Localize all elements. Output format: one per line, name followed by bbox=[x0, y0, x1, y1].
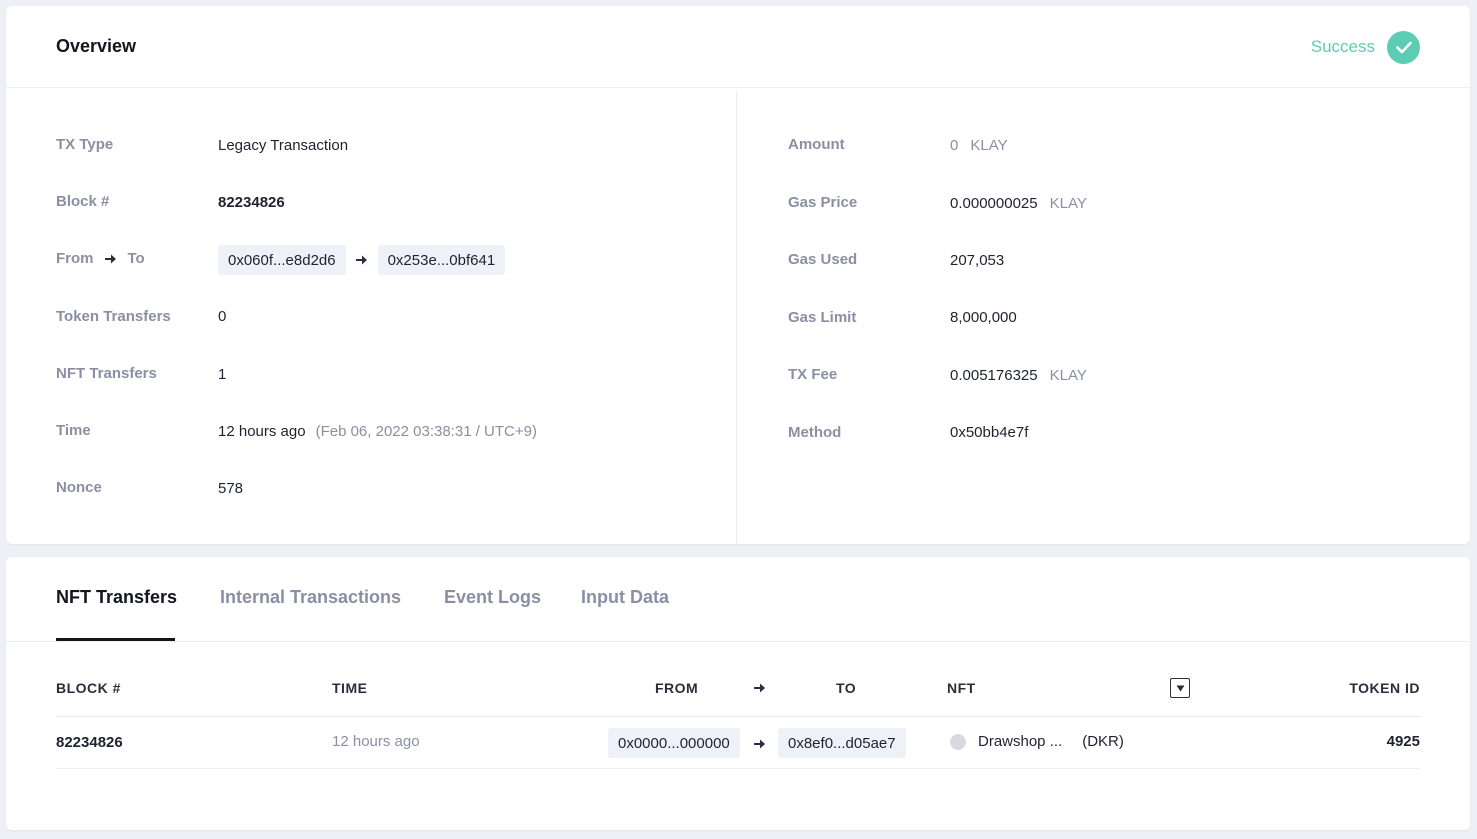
nonce-value: 578 bbox=[218, 480, 244, 497]
gas-price-value: 0.000000025 KLAY bbox=[950, 195, 1087, 212]
tx-type-value: Legacy Transaction bbox=[218, 137, 349, 154]
tab-internal-transactions[interactable]: Internal Transactions bbox=[220, 587, 401, 608]
row-from: 0x0000...000000 bbox=[608, 728, 740, 758]
time-label: Time bbox=[56, 422, 91, 439]
tx-fee-value: 0.005176325 KLAY bbox=[950, 367, 1087, 384]
filter-dropdown-icon[interactable] bbox=[1170, 678, 1190, 698]
gas-used-label: Gas Used bbox=[788, 251, 858, 268]
tab-bar: NFT Transfers Internal Transactions Even… bbox=[6, 557, 1470, 642]
check-icon bbox=[1387, 30, 1420, 64]
row-token-id: 4925 bbox=[1386, 733, 1420, 750]
arrow-right-icon bbox=[753, 737, 767, 754]
gas-price-number: 0.000000025 bbox=[950, 195, 1038, 212]
row-to: 0x8ef0...d05ae7 bbox=[778, 728, 906, 758]
status-label: Success bbox=[1310, 37, 1375, 56]
block-value[interactable]: 82234826 bbox=[218, 194, 285, 211]
gas-limit-label: Gas Limit bbox=[788, 309, 857, 326]
overview-header: Overview Success bbox=[6, 6, 1470, 88]
row-to-address-chip[interactable]: 0x8ef0...d05ae7 bbox=[778, 728, 906, 758]
row-from-address-chip[interactable]: 0x0000...000000 bbox=[608, 728, 740, 758]
row-time: 12 hours ago bbox=[332, 733, 420, 750]
amount-value: 0 KLAY bbox=[950, 137, 1008, 154]
amount-label: Amount bbox=[788, 136, 845, 153]
col-header-time: TIME bbox=[332, 680, 368, 696]
row-nft-name: Drawshop ... bbox=[978, 733, 1063, 750]
nonce-label: Nonce bbox=[56, 479, 102, 496]
active-tab-indicator bbox=[56, 638, 175, 641]
to-address-chip[interactable]: 0x253e...0bf641 bbox=[377, 245, 506, 275]
gas-limit-value: 8,000,000 bbox=[950, 309, 1017, 326]
gas-used-value: 207,053 bbox=[950, 252, 1005, 269]
to-label: To bbox=[127, 250, 145, 267]
time-relative: 12 hours ago bbox=[218, 423, 306, 440]
column-divider bbox=[736, 91, 737, 544]
token-transfers-value: 0 bbox=[218, 308, 227, 325]
nft-transfers-value: 1 bbox=[218, 366, 227, 383]
gas-price-unit: KLAY bbox=[1049, 195, 1087, 212]
col-header-token-id: TOKEN ID bbox=[1349, 680, 1420, 696]
method-label: Method bbox=[788, 424, 842, 441]
tab-nft-transfers[interactable]: NFT Transfers bbox=[56, 587, 177, 608]
row-nft-symbol: (DKR) bbox=[1082, 733, 1124, 750]
nft-thumbnail-icon bbox=[950, 733, 966, 750]
from-to-label: From To bbox=[56, 250, 145, 267]
amount-number: 0 bbox=[950, 137, 959, 154]
status-indicator: Success bbox=[1310, 30, 1420, 64]
tx-fee-unit: KLAY bbox=[1049, 367, 1087, 384]
col-header-to: TO bbox=[836, 680, 857, 696]
block-label: Block # bbox=[56, 193, 110, 210]
table-row-divider bbox=[56, 768, 1420, 769]
overview-card: Overview Success TX Type Legacy Transact… bbox=[6, 6, 1470, 544]
method-value: 0x50bb4e7f bbox=[950, 424, 1029, 441]
tab-input-data[interactable]: Input Data bbox=[581, 587, 669, 608]
row-block[interactable]: 82234826 bbox=[56, 734, 123, 751]
tx-fee-label: TX Fee bbox=[788, 366, 838, 383]
overview-title: Overview bbox=[56, 36, 137, 56]
col-header-from: FROM bbox=[655, 680, 699, 696]
col-header-nft: NFT bbox=[947, 680, 976, 696]
col-header-block: BLOCK # bbox=[56, 680, 121, 696]
arrow-right-icon bbox=[346, 254, 378, 266]
from-to-value: 0x060f...e8d2d6 0x253e...0bf641 bbox=[218, 245, 506, 275]
time-absolute: (Feb 06, 2022 03:38:31 / UTC+9) bbox=[315, 423, 537, 440]
arrow-right-icon bbox=[94, 253, 128, 265]
amount-unit: KLAY bbox=[970, 137, 1008, 154]
token-transfers-label: Token Transfers bbox=[56, 308, 171, 325]
nft-transfers-label: NFT Transfers bbox=[56, 365, 157, 382]
tx-type-label: TX Type bbox=[56, 136, 114, 153]
from-address-chip[interactable]: 0x060f...e8d2d6 bbox=[218, 245, 346, 275]
row-nft[interactable]: Drawshop ... (DKR) bbox=[950, 733, 1124, 750]
tx-fee-number: 0.005176325 bbox=[950, 367, 1038, 384]
arrow-right-icon bbox=[753, 681, 767, 697]
details-card: NFT Transfers Internal Transactions Even… bbox=[6, 557, 1470, 830]
gas-price-label: Gas Price bbox=[788, 194, 858, 211]
table-header-divider bbox=[56, 716, 1420, 717]
tab-event-logs[interactable]: Event Logs bbox=[444, 587, 541, 608]
from-label: From bbox=[56, 250, 94, 267]
time-value: 12 hours ago (Feb 06, 2022 03:38:31 / UT… bbox=[218, 423, 537, 440]
